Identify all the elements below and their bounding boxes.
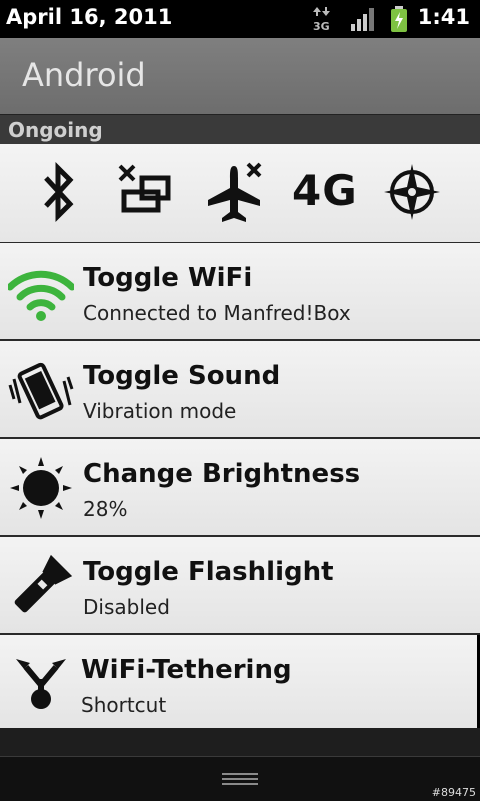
- row-subtitle: Shortcut: [81, 693, 167, 717]
- status-bar: April 16, 2011 3G 1:41: [0, 0, 480, 38]
- row-title: Change Brightness: [83, 459, 361, 489]
- signal-bars-icon: [351, 8, 374, 31]
- list-item-toggle-wifi[interactable]: Toggle WiFi Connected to Manfred!Box: [0, 243, 480, 341]
- image-id-tag: #89475: [431, 786, 476, 799]
- data-arrows-icon: 3G: [313, 7, 330, 32]
- 4g-toggle[interactable]: 4G: [292, 166, 358, 215]
- bluetooth-icon[interactable]: [34, 158, 84, 228]
- list-item-change-brightness[interactable]: Change Brightness 28%: [0, 439, 480, 537]
- wifi-icon: [8, 270, 74, 321]
- row-subtitle: 28%: [83, 497, 128, 521]
- row-title: Toggle Sound: [83, 361, 281, 391]
- vibrate-phone-icon: [8, 362, 74, 420]
- bottom-band: [0, 728, 480, 756]
- row-subtitle: Disabled: [83, 595, 170, 619]
- row-subtitle: Connected to Manfred!Box: [83, 301, 351, 325]
- tethering-icon: [16, 659, 66, 709]
- section-title: Ongoing: [8, 118, 103, 142]
- row-title: WiFi-Tethering: [81, 655, 292, 685]
- status-date: April 16, 2011: [6, 5, 173, 29]
- row-title: Toggle WiFi: [83, 263, 253, 293]
- brightness-sun-icon: [10, 457, 72, 519]
- list-item-wifi-tethering[interactable]: WiFi-Tethering Shortcut: [0, 635, 477, 733]
- flashlight-icon: [14, 554, 73, 613]
- quick-toggles-bar: 4G: [0, 144, 480, 244]
- list-item-toggle-flashlight[interactable]: Toggle Flashlight Disabled: [0, 537, 480, 635]
- row-subtitle: Vibration mode: [83, 399, 237, 423]
- section-header: Ongoing: [0, 114, 480, 145]
- auto-rotate-off-icon[interactable]: [116, 158, 178, 228]
- app-bar: Android: [0, 38, 480, 114]
- gps-icon[interactable]: [382, 158, 442, 228]
- network-type-label: 3G: [313, 20, 330, 32]
- drawer-close-handle[interactable]: #89475: [0, 756, 480, 801]
- battery-charging-icon: [391, 6, 407, 32]
- airplane-mode-off-icon[interactable]: [204, 158, 268, 230]
- grip-lines-icon: [222, 773, 258, 788]
- list-item-toggle-sound[interactable]: Toggle Sound Vibration mode: [0, 341, 480, 439]
- app-title: Android: [22, 56, 146, 94]
- status-time: 1:41: [417, 5, 470, 29]
- row-title: Toggle Flashlight: [83, 557, 334, 587]
